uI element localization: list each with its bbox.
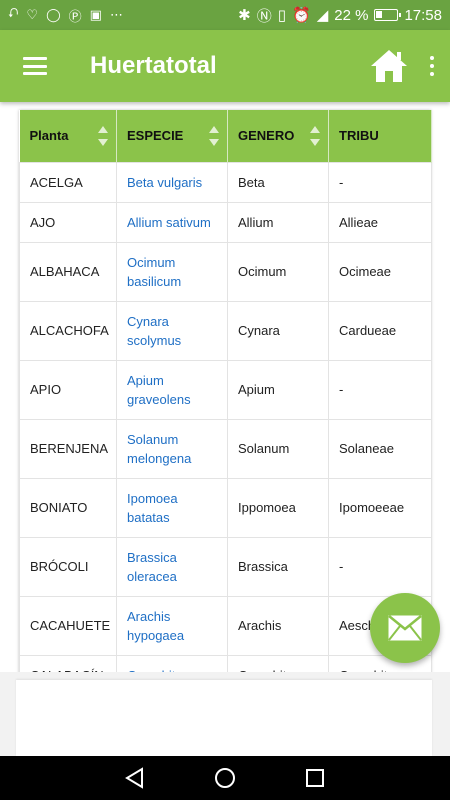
status-bar: ⮏ ♡ ◯ Ⓟ ▣ ⋯ ✱ Ⓝ ▯ ⏰ ◢ 22 % 17:58 [0,0,450,30]
cell-genero: Ippomoea [227,477,329,538]
table-header-row: Planta ESPECIE GENERO TRIBU [19,110,432,162]
plants-table-card: Planta ESPECIE GENERO TRIBU ACELGA Beta … [19,110,432,678]
cell-planta: AJO [19,201,117,243]
cell-tribu: - [328,161,432,203]
cell-tribu: Ipomoeeae [328,477,432,538]
table-row[interactable]: BRÓCOLI Brassica oleracea Brassica - [19,536,432,597]
sort-icon [98,126,108,146]
hamburger-icon [23,57,47,75]
car-icon: ▣ [89,7,102,22]
cell-especie-link[interactable]: Ipomoea batatas [116,477,228,538]
cell-tribu: - [328,359,432,420]
clock: 17:58 [404,6,442,24]
cell-especie-link[interactable]: Ocimum basilicum [116,241,228,302]
signal-icon: ◢ [316,7,329,24]
overflow-menu-button[interactable] [414,30,450,102]
alarm-icon: ⏰ [292,7,311,24]
cell-genero: Ocimum [227,241,329,302]
cell-planta: APIO [19,359,117,420]
home-icon [371,50,407,82]
sort-icon [209,126,219,146]
system-navigation-bar [0,756,450,800]
table-row[interactable]: BONIATO Ipomoea batatas Ippomoea Ipomoee… [19,477,432,538]
table-row[interactable]: ALCACHOFA Cynara scolymus Cynara Carduea… [19,300,432,361]
content-area: Planta ESPECIE GENERO TRIBU ACELGA Beta … [0,102,450,678]
cell-planta: BRÓCOLI [19,536,117,597]
cell-tribu: Allieae [328,201,432,243]
cell-tribu: Solaneae [328,418,432,479]
cell-genero: Solanum [227,418,329,479]
cell-especie-link[interactable]: Allium sativum [116,201,228,243]
cell-tribu: - [328,536,432,597]
menu-button[interactable] [0,30,70,102]
header-especie[interactable]: ESPECIE [116,110,228,162]
plants-table: Planta ESPECIE GENERO TRIBU ACELGA Beta … [19,110,432,678]
cell-especie-link[interactable]: Cynara scolymus [116,300,228,361]
cell-planta: ACELGA [19,161,117,203]
table-row[interactable]: AJO Allium sativum Allium Allieae [19,201,432,243]
cell-especie-link[interactable]: Brassica oleracea [116,536,228,597]
cell-especie-link[interactable]: Beta vulgaris [116,161,228,203]
cell-planta: CACAHUETE [19,595,117,656]
cell-genero: Beta [227,161,329,203]
table-row[interactable]: ACELGA Beta vulgaris Beta - [19,161,432,203]
nfc-icon: Ⓝ [256,7,272,25]
cell-especie-link[interactable]: Arachis hypogaea [116,595,228,656]
table-row[interactable]: APIO Apium graveolens Apium - [19,359,432,420]
heart-icon: ♡ [26,7,39,22]
header-tribu[interactable]: TRIBU [328,110,432,162]
cell-especie-link[interactable]: Apium graveolens [116,359,228,420]
contact-fab-button[interactable] [370,593,440,663]
app-title: Huertatotal [90,52,217,79]
mail-icon [388,615,422,641]
cell-planta: BONIATO [19,477,117,538]
app-bar: Huertatotal [0,30,450,102]
table-row[interactable]: ALBAHACA Ocimum basilicum Ocimum Ocimeae [19,241,432,302]
cell-genero: Allium [227,201,329,243]
table-row[interactable]: BERENJENA Solanum melongena Solanum Sola… [19,418,432,479]
cell-genero: Brassica [227,536,329,597]
bottom-panel [16,680,432,756]
recents-icon[interactable] [304,767,326,789]
usb-icon: ⮏ [8,5,19,20]
back-icon[interactable] [124,767,146,789]
system-icons: ✱ Ⓝ ▯ ⏰ ◢ 22 % 17:58 [238,5,442,26]
whatsapp-icon: ◯ [46,7,61,22]
cell-especie-link[interactable]: Solanum melongena [116,418,228,479]
cell-planta: ALBAHACA [19,241,117,302]
home-button[interactable] [364,30,414,102]
cell-genero: Cynara [227,300,329,361]
header-genero[interactable]: GENERO [227,110,329,162]
notification-icons: ⮏ ♡ ◯ Ⓟ ▣ ⋯ [8,4,123,26]
pinterest-icon: Ⓟ [68,8,82,24]
more-vert-icon [430,56,434,60]
more-dots-icon: ⋯ [109,7,123,22]
bluetooth-icon: ✱ [238,7,251,24]
sort-icon [310,126,320,146]
cell-planta: BERENJENA [19,418,117,479]
cell-tribu: Ocimeae [328,241,432,302]
header-planta[interactable]: Planta [19,110,117,162]
battery-icon [374,9,402,21]
cell-planta: ALCACHOFA [19,300,117,361]
cell-genero: Arachis [227,595,329,656]
vibrate-icon: ▯ [277,7,287,24]
battery-percent: 22 % [334,6,369,24]
cell-genero: Apium [227,359,329,420]
home-nav-icon[interactable] [214,767,236,789]
cell-tribu: Cardueae [328,300,432,361]
